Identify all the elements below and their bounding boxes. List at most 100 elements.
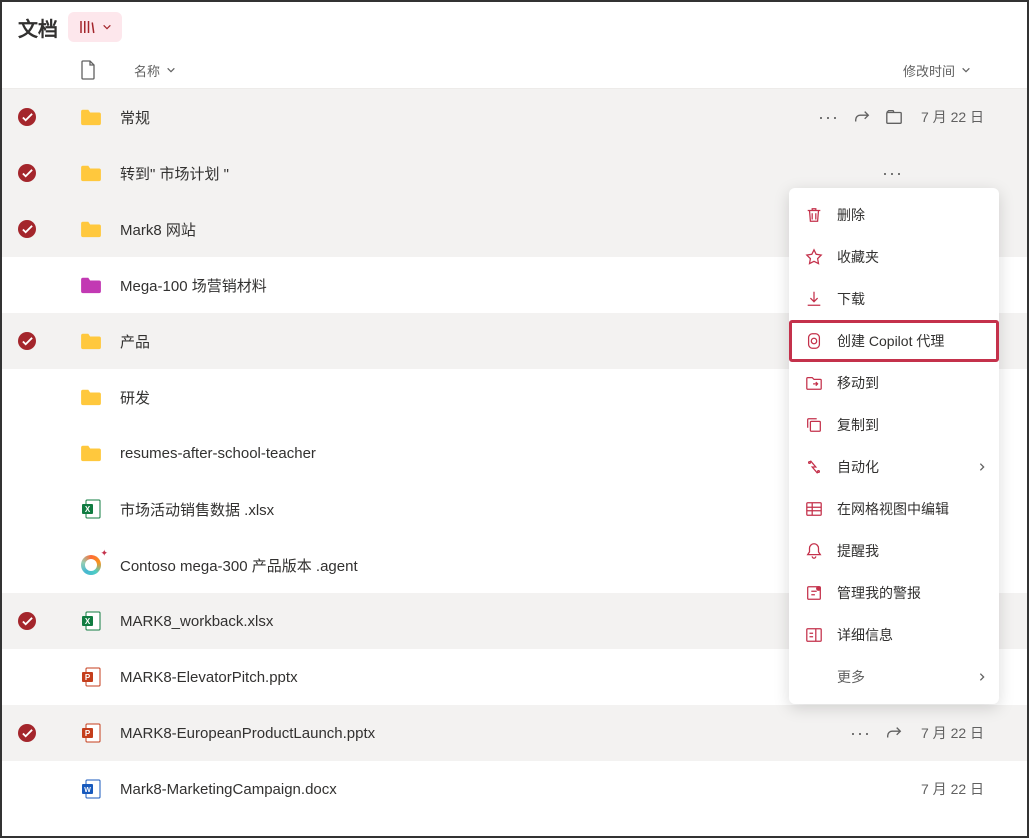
item-name: 转到" 市场计划 " bbox=[120, 163, 882, 184]
menu-alerts[interactable]: 管理我的警报 bbox=[789, 572, 999, 614]
row-checkbox[interactable] bbox=[18, 556, 36, 574]
share-icon[interactable] bbox=[885, 724, 903, 742]
trash-icon bbox=[805, 206, 823, 224]
list-item[interactable]: P MARK8-EuropeanProductLaunch.pptx ··· 7… bbox=[2, 705, 1027, 761]
row-checkbox[interactable] bbox=[18, 108, 36, 126]
menu-create-copilot-agent[interactable]: 创建 Copilot 代理 bbox=[789, 320, 999, 362]
row-checkbox[interactable] bbox=[18, 444, 36, 462]
row-checkbox[interactable] bbox=[18, 388, 36, 406]
excel-icon: X bbox=[80, 498, 102, 520]
svg-text:W: W bbox=[84, 787, 91, 794]
grid-icon bbox=[805, 500, 823, 518]
document-icon bbox=[80, 60, 96, 80]
column-modified-header[interactable]: 修改时间 bbox=[903, 61, 971, 80]
page-title: 文档 bbox=[18, 13, 58, 42]
row-checkbox[interactable] bbox=[18, 724, 36, 742]
top-bar: 文档 bbox=[2, 2, 1027, 52]
chevron-right-icon bbox=[977, 462, 987, 472]
folder-move-icon bbox=[805, 374, 823, 392]
menu-grid-edit[interactable]: 在网格视图中编辑 bbox=[789, 488, 999, 530]
powerpoint-icon: P bbox=[80, 666, 102, 688]
menu-label: 复制到 bbox=[837, 415, 879, 435]
download-icon bbox=[805, 290, 823, 308]
menu-favorite[interactable]: 收藏夹 bbox=[789, 236, 999, 278]
copilot-icon bbox=[805, 332, 823, 350]
menu-download[interactable]: 下载 bbox=[789, 278, 999, 320]
copy-icon bbox=[805, 416, 823, 434]
folder-icon bbox=[80, 330, 102, 352]
row-checkbox[interactable] bbox=[18, 276, 36, 294]
ai-badge-icon: ✦ bbox=[100, 548, 108, 559]
menu-label: 更多 bbox=[837, 667, 865, 687]
menu-label: 移动到 bbox=[837, 373, 879, 393]
row-checkbox[interactable] bbox=[18, 332, 36, 350]
menu-label: 收藏夹 bbox=[837, 247, 879, 267]
row-checkbox[interactable] bbox=[18, 220, 36, 238]
row-checkbox[interactable] bbox=[18, 780, 36, 798]
automate-icon bbox=[805, 458, 823, 476]
chevron-right-icon bbox=[977, 672, 987, 682]
menu-remind[interactable]: 提醒我 bbox=[789, 530, 999, 572]
menu-label: 详细信息 bbox=[837, 625, 893, 645]
column-header-row: 名称 修改时间 bbox=[2, 52, 1027, 89]
info-panel-icon bbox=[805, 626, 823, 644]
share-icon[interactable] bbox=[853, 108, 871, 126]
menu-delete[interactable]: 删除 bbox=[789, 194, 999, 236]
svg-text:X: X bbox=[85, 617, 91, 626]
library-icon bbox=[78, 18, 96, 36]
menu-label: 自动化 bbox=[837, 457, 879, 477]
word-icon: W bbox=[80, 778, 102, 800]
menu-label: 提醒我 bbox=[837, 541, 879, 561]
more-actions-button[interactable]: ··· bbox=[882, 163, 903, 184]
list-item[interactable]: W Mark8-MarketingCampaign.docx 7 月 22 日 bbox=[2, 761, 1027, 817]
folder-icon bbox=[80, 442, 102, 464]
more-actions-button[interactable]: ··· bbox=[818, 107, 839, 128]
view-switcher-button[interactable] bbox=[68, 12, 122, 42]
row-checkbox[interactable] bbox=[18, 500, 36, 518]
excel-icon: X bbox=[80, 610, 102, 632]
item-name: Mark8 网站 bbox=[120, 219, 882, 240]
item-name: 常规 bbox=[120, 107, 818, 128]
menu-label: 创建 Copilot 代理 bbox=[837, 331, 944, 351]
menu-automate[interactable]: 自动化 bbox=[789, 446, 999, 488]
row-checkbox[interactable] bbox=[18, 668, 36, 686]
chevron-down-icon bbox=[102, 22, 112, 32]
folder-icon bbox=[80, 218, 102, 240]
folder-icon bbox=[80, 386, 102, 408]
chevron-down-icon bbox=[961, 65, 971, 75]
alert-manage-icon bbox=[805, 584, 823, 602]
powerpoint-icon: P bbox=[80, 722, 102, 744]
row-checkbox[interactable] bbox=[18, 612, 36, 630]
svg-text:P: P bbox=[85, 729, 91, 738]
more-actions-button[interactable]: ··· bbox=[850, 723, 871, 744]
folder-icon bbox=[80, 162, 102, 184]
svg-text:P: P bbox=[85, 673, 91, 682]
svg-text:X: X bbox=[85, 505, 91, 514]
menu-details[interactable]: 详细信息 bbox=[789, 614, 999, 656]
bell-icon bbox=[805, 542, 823, 560]
menu-more[interactable]: 更多 bbox=[789, 656, 999, 698]
column-name-label: 名称 bbox=[134, 61, 160, 80]
folder-action-icon[interactable] bbox=[885, 108, 903, 126]
context-menu: 删除 收藏夹 下载 创建 Copilot 代理 移动到 复制到 自动化 在网格视… bbox=[789, 188, 999, 704]
menu-move-to[interactable]: 移动到 bbox=[789, 362, 999, 404]
item-name: Mark8-MarketingCampaign.docx bbox=[120, 781, 921, 798]
folder-icon bbox=[80, 106, 102, 128]
menu-label: 删除 bbox=[837, 205, 865, 225]
column-name-header[interactable]: 名称 bbox=[134, 61, 903, 80]
item-date: 7 月 22 日 bbox=[921, 107, 1011, 127]
menu-label: 在网格视图中编辑 bbox=[837, 499, 949, 519]
chevron-down-icon bbox=[166, 65, 176, 75]
item-date: 7 月 22 日 bbox=[921, 779, 1011, 799]
menu-label: 管理我的警报 bbox=[837, 583, 921, 603]
item-date: 7 月 22 日 bbox=[921, 723, 1011, 743]
row-checkbox[interactable] bbox=[18, 164, 36, 182]
menu-label: 下载 bbox=[837, 289, 865, 309]
agent-icon: ✦ bbox=[80, 554, 102, 576]
item-name: MARK8-EuropeanProductLaunch.pptx bbox=[120, 725, 850, 742]
folder-icon bbox=[80, 274, 102, 296]
item-name: 产品 bbox=[120, 331, 882, 352]
menu-copy-to[interactable]: 复制到 bbox=[789, 404, 999, 446]
star-icon bbox=[805, 248, 823, 266]
list-item[interactable]: 常规 ··· 7 月 22 日 bbox=[2, 89, 1027, 145]
